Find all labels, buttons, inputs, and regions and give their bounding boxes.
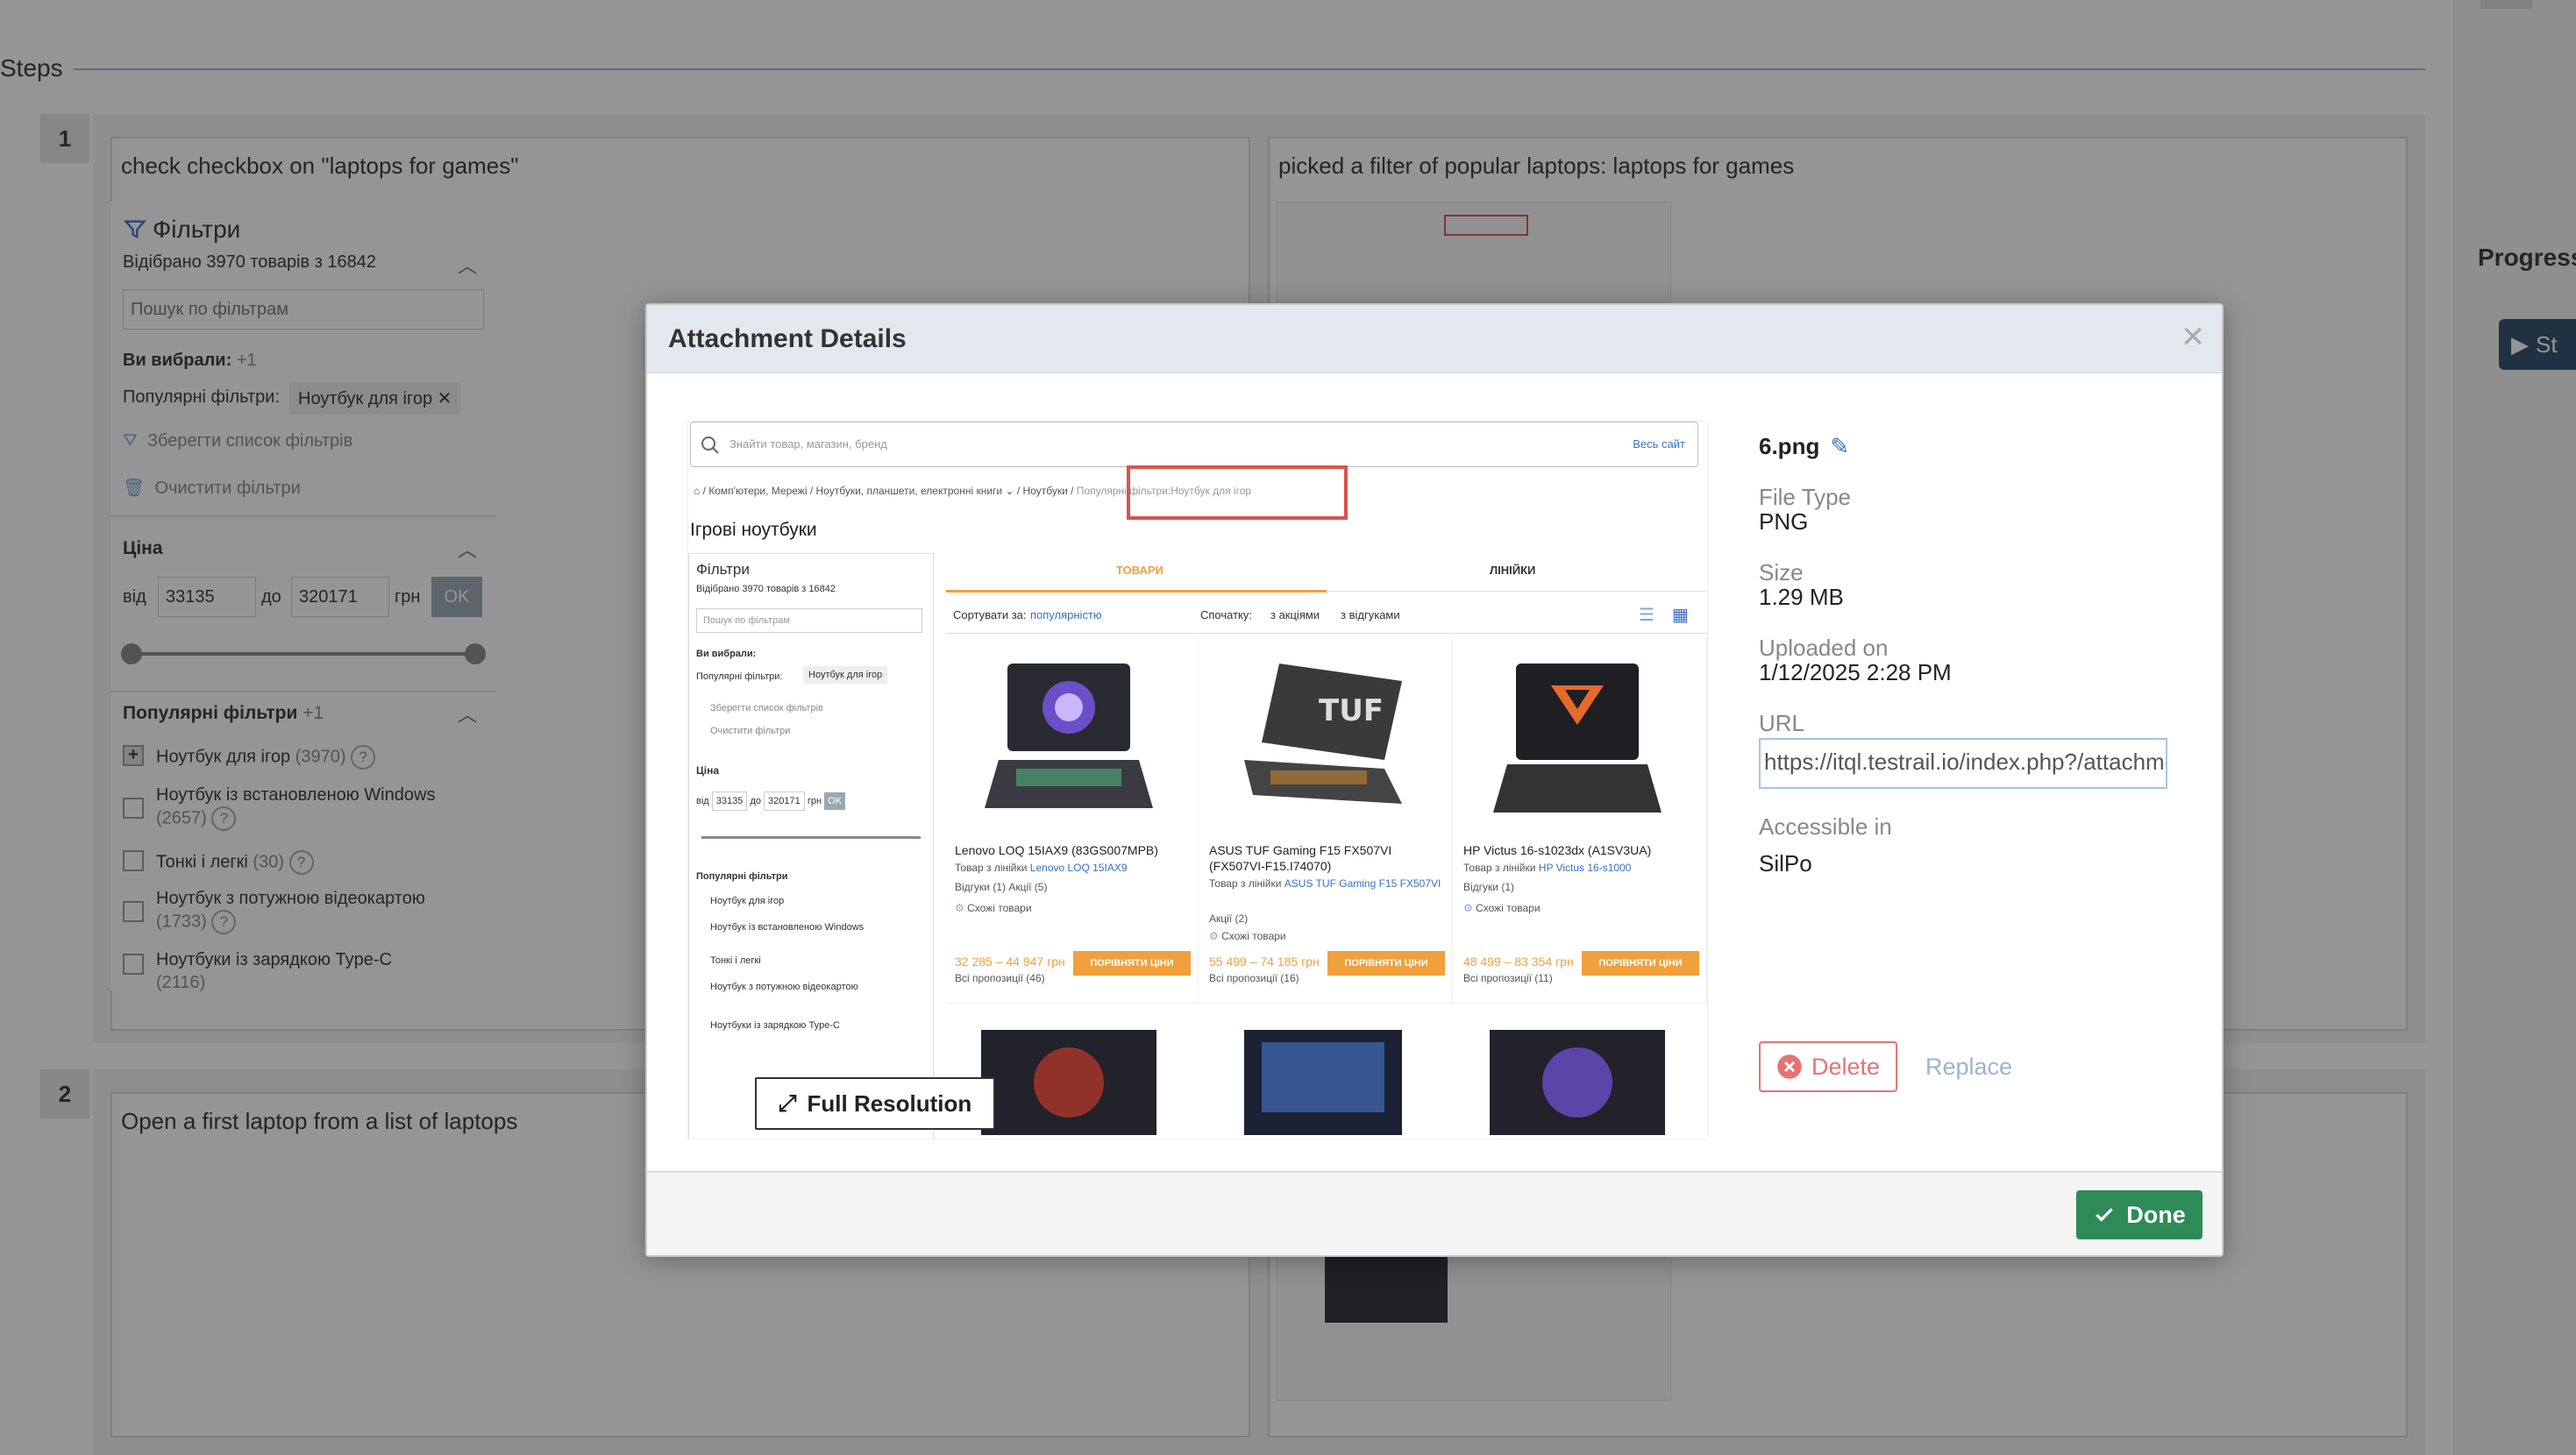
accessible-value: SilPo xyxy=(1759,850,1812,877)
size-label: Size xyxy=(1759,559,1804,586)
grid-view-icon: ▦ xyxy=(1672,606,1689,625)
preview-sort-bar: Сортувати за: популярністю Спочатку: з а… xyxy=(946,597,1707,634)
list-view-icon: ☰ xyxy=(1639,606,1654,625)
attachment-details-dialog: Attachment Details × Знайти товар, магаз… xyxy=(645,303,2224,1257)
laptop-image xyxy=(1493,664,1662,813)
preview-selected-label: Ви вибрали: xyxy=(696,649,757,659)
uploaded-label: Uploaded on xyxy=(1759,635,1889,661)
replace-link[interactable]: Replace xyxy=(1925,1054,2012,1081)
preview-search-bar: Знайти товар, магазин, бренд Весь сайт xyxy=(690,422,1698,467)
done-button[interactable]: Done xyxy=(2076,1190,2202,1239)
accessible-label: Accessible in xyxy=(1759,813,1892,840)
preview-tabs: ТОВАРИ ЛІНІЙКИ xyxy=(946,553,1707,593)
product-card: Lenovo LOQ 15IAX9 (83GS007MPB) Товар з л… xyxy=(946,637,1199,1004)
preview-product-grid: Lenovo LOQ 15IAX9 (83GS007MPB) Товар з л… xyxy=(946,637,1707,1139)
home-icon: ⌂ xyxy=(694,485,701,497)
preview-filters-search: Пошук по фільтрам xyxy=(696,608,922,633)
preview-filter-chip: Ноутбук для ігор xyxy=(803,666,888,684)
expand-icon: ⤢ xyxy=(778,1089,797,1116)
file-name: 6.png xyxy=(1759,433,1820,459)
file-name-row: 6.png ✎ xyxy=(1759,433,1849,460)
preview-option: Тонкі і легкі xyxy=(710,955,761,966)
edit-pencil-icon[interactable]: ✎ xyxy=(1830,433,1849,460)
preview-save-filters: Зберегти список фільтрів xyxy=(710,703,823,713)
delete-circle-icon xyxy=(1777,1054,1802,1079)
checkmark-icon xyxy=(2096,1208,2114,1222)
laptop-image xyxy=(1244,1030,1402,1135)
preview-option: Ноутбук із встановленою Windows xyxy=(710,922,865,933)
modal-footer: Done xyxy=(647,1171,2222,1255)
preview-search-scope: Весь сайт xyxy=(1633,437,1685,451)
preview-heading: Ігрові ноутбуки xyxy=(690,520,817,540)
laptop-image xyxy=(1490,1030,1665,1135)
attachment-preview: Знайти товар, магазин, бренд Весь сайт ⌂… xyxy=(687,421,1708,1139)
url-field[interactable]: https://itql.testrail.io/index.php?/atta… xyxy=(1759,738,2167,789)
laptop-image xyxy=(985,664,1153,808)
preview-clear-filters: Очистити фільтри xyxy=(710,726,791,736)
laptop-image: TUF xyxy=(1244,664,1402,804)
product-card: HP Victus 16-s1023dx (A1SV3UA) Товар з л… xyxy=(1455,637,1707,1004)
preview-tab-indicator xyxy=(946,590,1327,593)
url-label: URL xyxy=(1759,710,1805,736)
size-value: 1.29 MB xyxy=(1759,584,1844,610)
preview-price-slider xyxy=(701,836,921,839)
svg-text:TUF: TUF xyxy=(1319,693,1384,728)
preview-search-placeholder: Знайти товар, магазин, бренд xyxy=(729,437,887,451)
preview-option: Ноутбук для ігор xyxy=(710,896,785,906)
preview-price-inputs: від 33135 до 320171 грн OK xyxy=(696,791,924,822)
preview-option: Ноутбук з потужною відеокартою xyxy=(710,982,858,992)
file-type-label: File Type xyxy=(1759,484,1852,510)
preview-filters-title: Фільтри xyxy=(696,561,750,578)
laptop-image xyxy=(981,1030,1156,1135)
compare-prices-button: ПОРІВНЯТИ ЦІНИ xyxy=(1073,951,1191,976)
file-type-value: PNG xyxy=(1759,508,1809,535)
compare-prices-button: ПОРІВНЯТИ ЦІНИ xyxy=(1327,951,1445,976)
preview-highlight-box xyxy=(1127,465,1348,520)
preview-option: Ноутбуки із зарядкою Type-C xyxy=(710,1020,840,1031)
preview-popular-section: Популярні фільтри xyxy=(696,871,788,882)
preview-tab-products: ТОВАРИ xyxy=(1116,564,1163,577)
preview-filters-panel: Фільтри Відібрано 3970 товарів з 16842 П… xyxy=(688,553,934,1139)
uploaded-value: 1/12/2025 2:28 PM xyxy=(1759,659,1952,685)
modal-title: Attachment Details xyxy=(668,324,907,353)
preview-popular-label: Популярні фільтри: xyxy=(696,671,783,682)
preview-price-title: Ціна xyxy=(696,764,720,777)
preview-tab-lines: ЛІНІЙКИ xyxy=(1490,564,1536,577)
attachment-details-panel: 6.png ✎ File Type PNG Size 1.29 MB Uploa… xyxy=(1759,305,2197,1094)
full-resolution-button[interactable]: ⤢ Full Resolution xyxy=(755,1077,995,1130)
compare-prices-button: ПОРІВНЯТИ ЦІНИ xyxy=(1582,951,1699,976)
delete-button[interactable]: Delete xyxy=(1759,1041,1897,1092)
search-icon xyxy=(701,436,719,454)
product-card: TUF ASUS TUF Gaming F15 FX507VI (FX507VI… xyxy=(1200,637,1453,1004)
preview-filters-count: Відібрано 3970 товарів з 16842 xyxy=(696,584,836,594)
